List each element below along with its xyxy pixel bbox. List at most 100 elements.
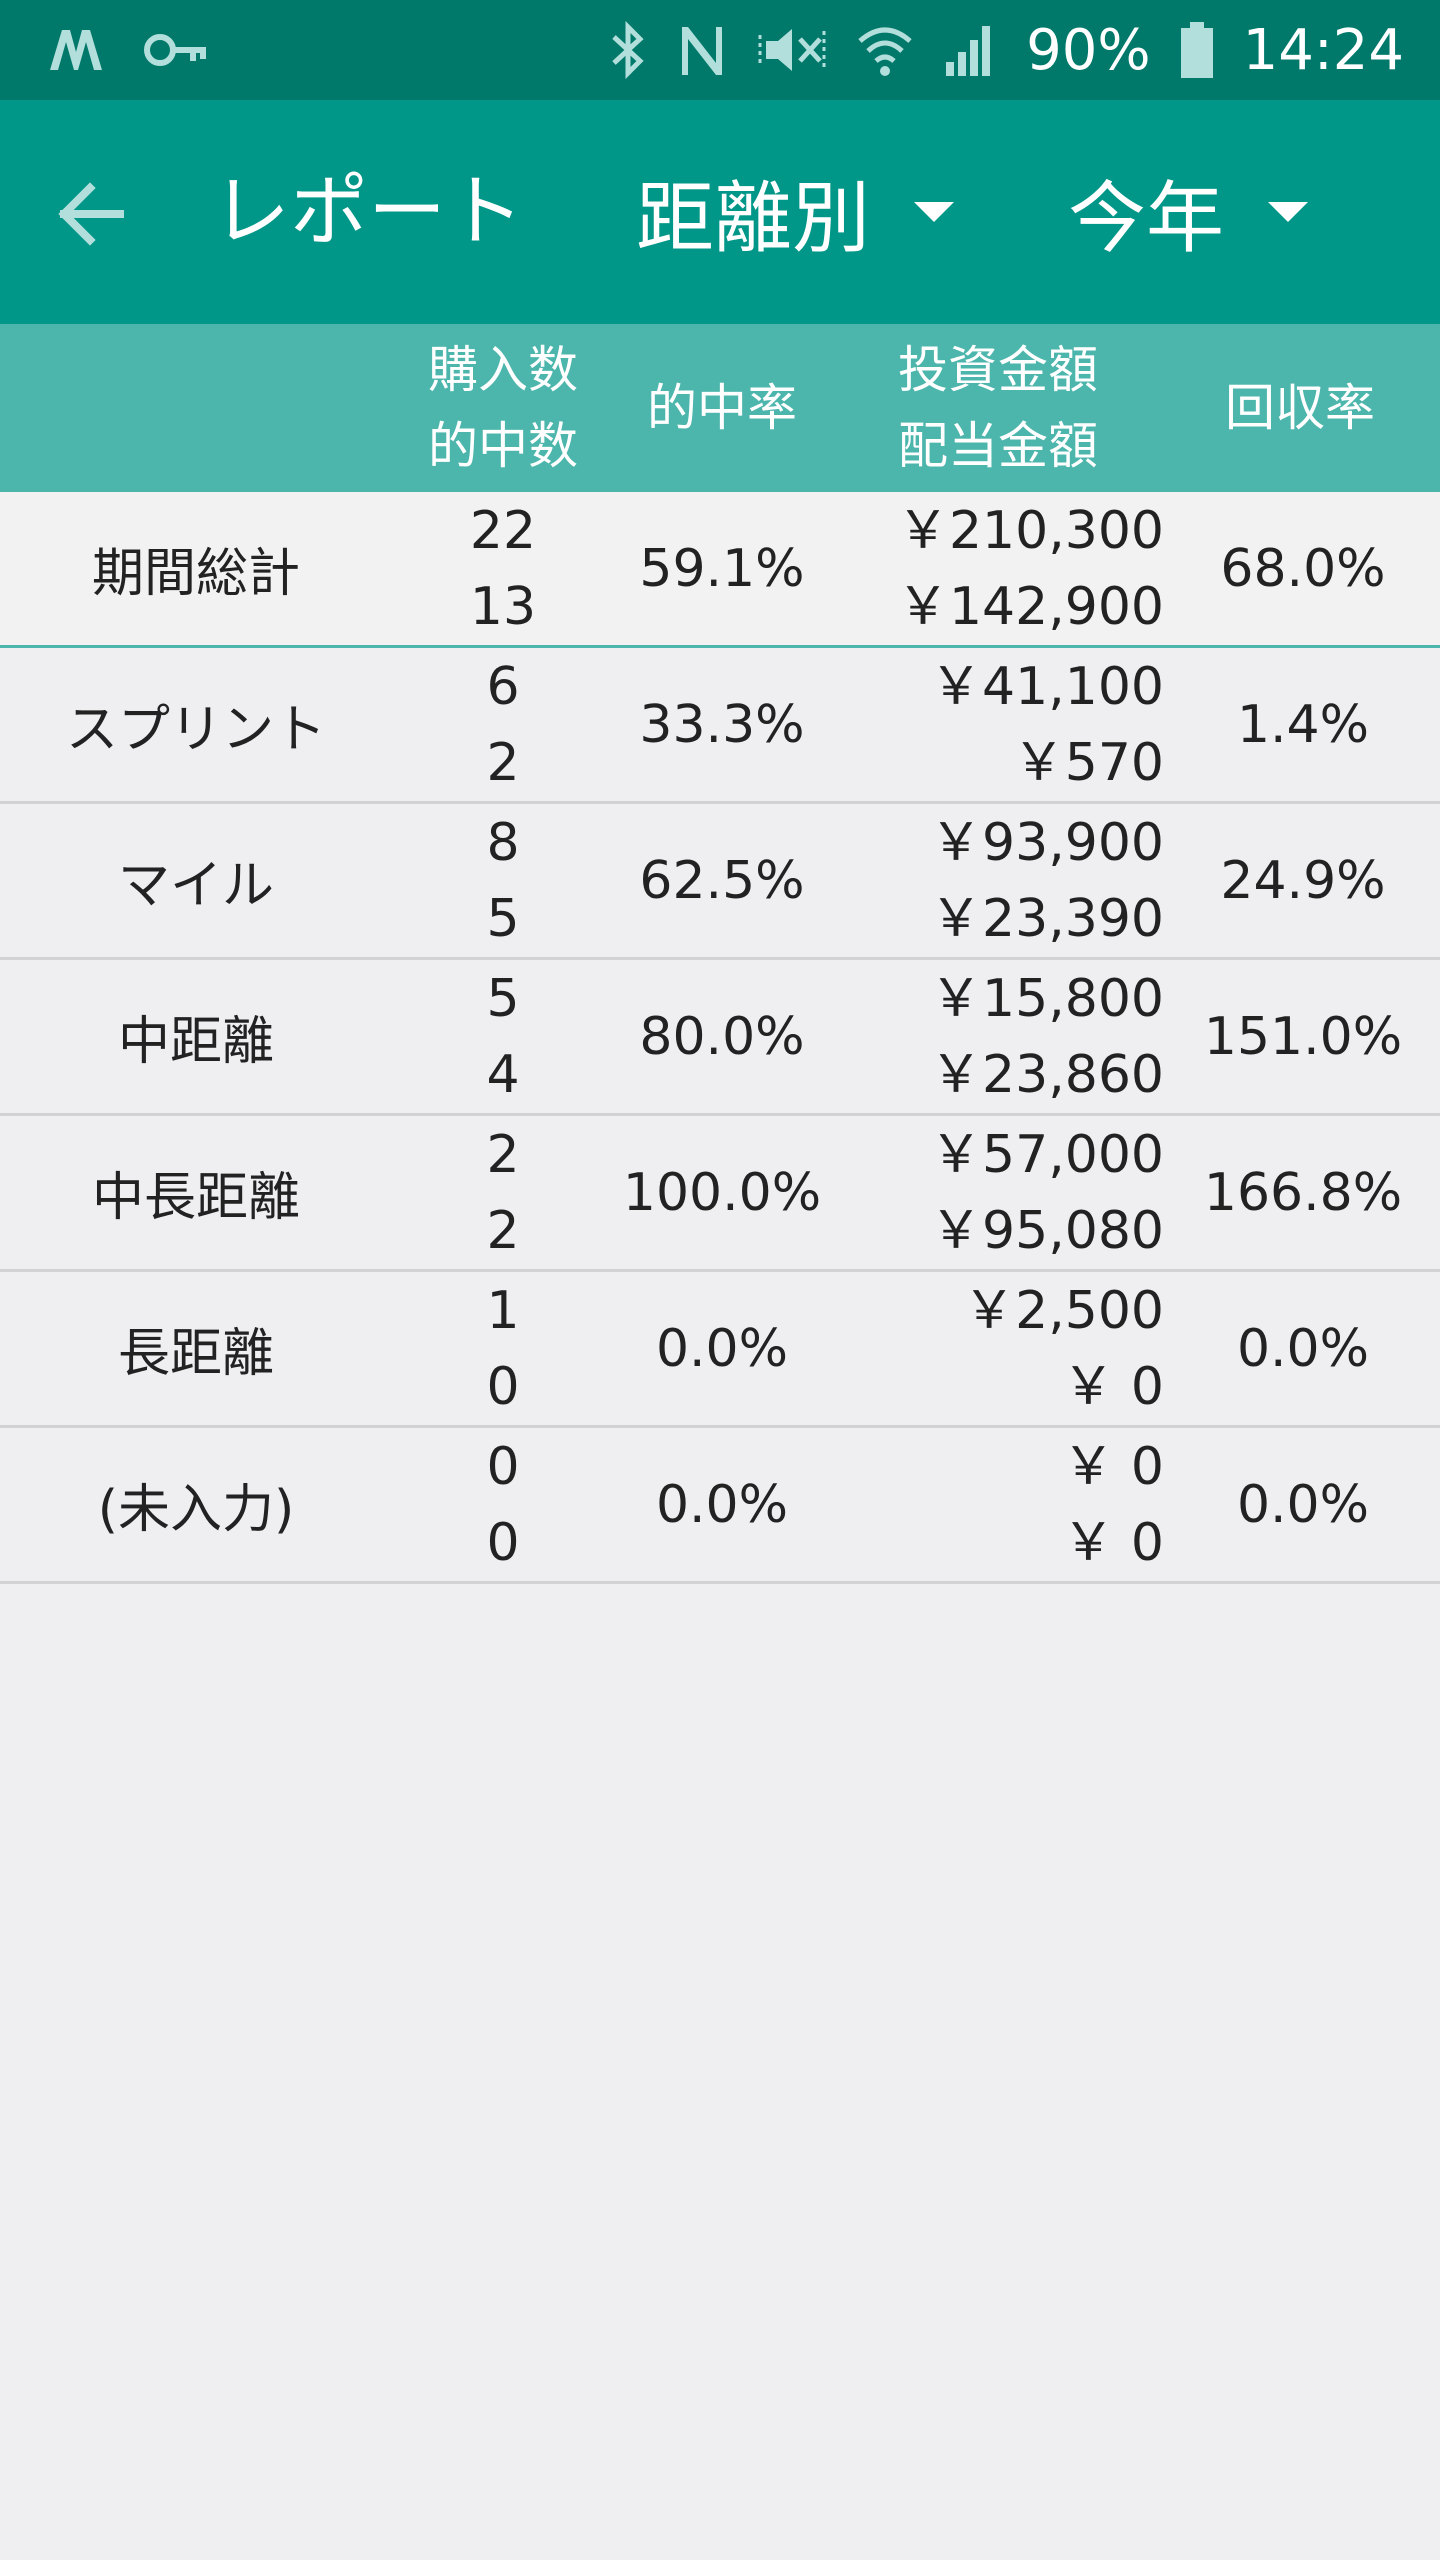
return-rate-value: 24.9% — [1220, 850, 1386, 911]
header-hit-rate-label: 的中率 — [647, 379, 797, 437]
hit-rate-value: 0.0% — [655, 1474, 789, 1535]
distance-filter-dropdown[interactable]: 距離別 — [636, 156, 955, 268]
row-counts: 1 0 — [400, 1272, 606, 1425]
table-row: (未入力) 0 0 0.0% ￥ 0 ￥ 0 0.0% — [0, 1428, 1440, 1584]
row-amounts: ￥93,900 ￥23,390 — [838, 804, 1164, 957]
hit-rate-value: 33.3% — [639, 694, 805, 755]
row-amounts: ￥15,800 ￥23,860 — [838, 960, 1164, 1113]
hits-value: 0 — [486, 1512, 520, 1573]
header-purchases: 購入数 — [428, 341, 578, 399]
table-row: 長距離 1 0 0.0% ￥2,500 ￥ 0 0.0% — [0, 1272, 1440, 1428]
return-rate-value: 0.0% — [1236, 1318, 1370, 1379]
table-row: スプリント 6 2 33.3% ￥41,100 ￥570 1.4% — [0, 648, 1440, 804]
row-counts: 6 2 — [400, 648, 606, 801]
hits-value: 0 — [486, 1356, 520, 1417]
hits-value: 5 — [486, 888, 520, 949]
app-bar: レポート 距離別 今年 — [0, 100, 1440, 324]
dropdown-caret-icon — [914, 202, 955, 222]
row-name: (未入力) — [97, 1480, 295, 1540]
back-button[interactable] — [50, 172, 134, 256]
row-counts: 0 0 — [400, 1428, 606, 1581]
row-name: 期間総計 — [91, 544, 300, 604]
status-left-icons — [48, 18, 208, 82]
payout-value: ￥23,860 — [930, 1044, 1164, 1105]
clock: 14:24 — [1242, 17, 1404, 83]
investment-value: ￥210,300 — [896, 500, 1164, 561]
row-name: マイル — [117, 856, 274, 916]
investment-value: ￥2,500 — [963, 1280, 1164, 1341]
hits-value: 4 — [486, 1044, 520, 1105]
header-purchases-hits: 購入数 的中数 — [400, 324, 606, 492]
period-filter-label: 今年 — [1068, 174, 1225, 264]
investment-value: ￥41,100 — [930, 656, 1164, 717]
row-amounts: ￥57,000 ￥95,080 — [838, 1116, 1164, 1269]
row-counts: 8 5 — [400, 804, 606, 957]
hits-value: 2 — [486, 732, 520, 793]
purchases-value: 2 — [486, 1124, 520, 1185]
arrow-back-icon — [58, 182, 124, 246]
hits-value: 2 — [486, 1200, 520, 1261]
investment-value: ￥ 0 — [1062, 1436, 1164, 1497]
purchases-value: 1 — [486, 1280, 520, 1341]
return-rate-value: 1.4% — [1236, 694, 1370, 755]
hit-rate-value: 59.1% — [639, 538, 805, 599]
purchases-value: 8 — [486, 812, 520, 873]
header-return-rate: 回収率 — [1160, 324, 1440, 492]
hits-value: 13 — [469, 576, 537, 637]
return-rate-value: 151.0% — [1203, 1006, 1403, 1067]
period-filter-dropdown[interactable]: 今年 — [1068, 156, 1309, 268]
row-amounts: ￥210,300 ￥142,900 — [838, 492, 1164, 645]
bluetooth-icon — [612, 21, 644, 79]
purchases-value: 22 — [469, 500, 537, 561]
row-amounts: ￥2,500 ￥ 0 — [838, 1272, 1164, 1425]
row-name: スプリント — [65, 700, 326, 760]
payout-value: ￥570 — [1012, 732, 1164, 793]
investment-value: ￥15,800 — [930, 968, 1164, 1029]
status-bar: 90% 14:24 — [0, 0, 1440, 100]
payout-value: ￥ 0 — [1062, 1512, 1164, 1573]
wifi-icon — [858, 27, 912, 76]
table-row: 中長距離 2 2 100.0% ￥57,000 ￥95,080 166.8% — [0, 1116, 1440, 1272]
header-payout: 配当金額 — [898, 417, 1098, 475]
key-icon — [144, 34, 206, 66]
report-table-body: 期間総計 22 13 59.1% ￥210,300 ￥142,900 68.0%… — [0, 492, 1440, 1584]
row-counts: 22 13 — [400, 492, 606, 645]
header-investment-payout: 投資金額 配当金額 — [838, 324, 1158, 492]
battery-icon — [1180, 22, 1213, 78]
payout-value: ￥ 0 — [1062, 1356, 1164, 1417]
table-row: 中距離 5 4 80.0% ￥15,800 ￥23,860 151.0% — [0, 960, 1440, 1116]
row-name: 中長距離 — [91, 1168, 300, 1228]
payout-value: ￥142,900 — [896, 576, 1164, 637]
row-counts: 5 4 — [400, 960, 606, 1113]
table-header: 購入数 的中数 的中率 投資金額 配当金額 回収率 — [0, 324, 1440, 492]
purchases-value: 6 — [486, 656, 520, 717]
page-title: レポート — [212, 167, 525, 257]
payout-value: ￥95,080 — [930, 1200, 1164, 1261]
return-rate-value: 166.8% — [1203, 1162, 1403, 1223]
investment-value: ￥57,000 — [930, 1124, 1164, 1185]
header-investment: 投資金額 — [898, 341, 1098, 399]
battery-percent: 90% — [1026, 17, 1151, 83]
investment-value: ￥93,900 — [930, 812, 1164, 873]
row-name: 中距離 — [117, 1012, 274, 1072]
hit-rate-value: 62.5% — [639, 850, 805, 911]
m-logo-icon — [50, 30, 102, 70]
hit-rate-value: 80.0% — [639, 1006, 805, 1067]
nfc-icon — [682, 27, 723, 75]
row-name: 長距離 — [117, 1324, 274, 1384]
row-amounts: ￥ 0 ￥ 0 — [838, 1428, 1164, 1581]
hit-rate-value: 100.0% — [622, 1162, 822, 1223]
header-hit-rate: 的中率 — [606, 324, 838, 492]
status-right-icons: 90% 14:24 — [608, 10, 1404, 90]
table-row-total: 期間総計 22 13 59.1% ￥210,300 ￥142,900 68.0% — [0, 492, 1440, 648]
hit-rate-value: 0.0% — [655, 1318, 789, 1379]
return-rate-value: 0.0% — [1236, 1474, 1370, 1535]
return-rate-value: 68.0% — [1220, 538, 1386, 599]
dropdown-caret-icon — [1268, 202, 1309, 222]
header-hits: 的中数 — [428, 417, 578, 475]
signal-icon — [946, 26, 991, 76]
payout-value: ￥23,390 — [930, 888, 1164, 949]
row-counts: 2 2 — [400, 1116, 606, 1269]
table-row: マイル 8 5 62.5% ￥93,900 ￥23,390 24.9% — [0, 804, 1440, 960]
row-amounts: ￥41,100 ￥570 — [838, 648, 1164, 801]
